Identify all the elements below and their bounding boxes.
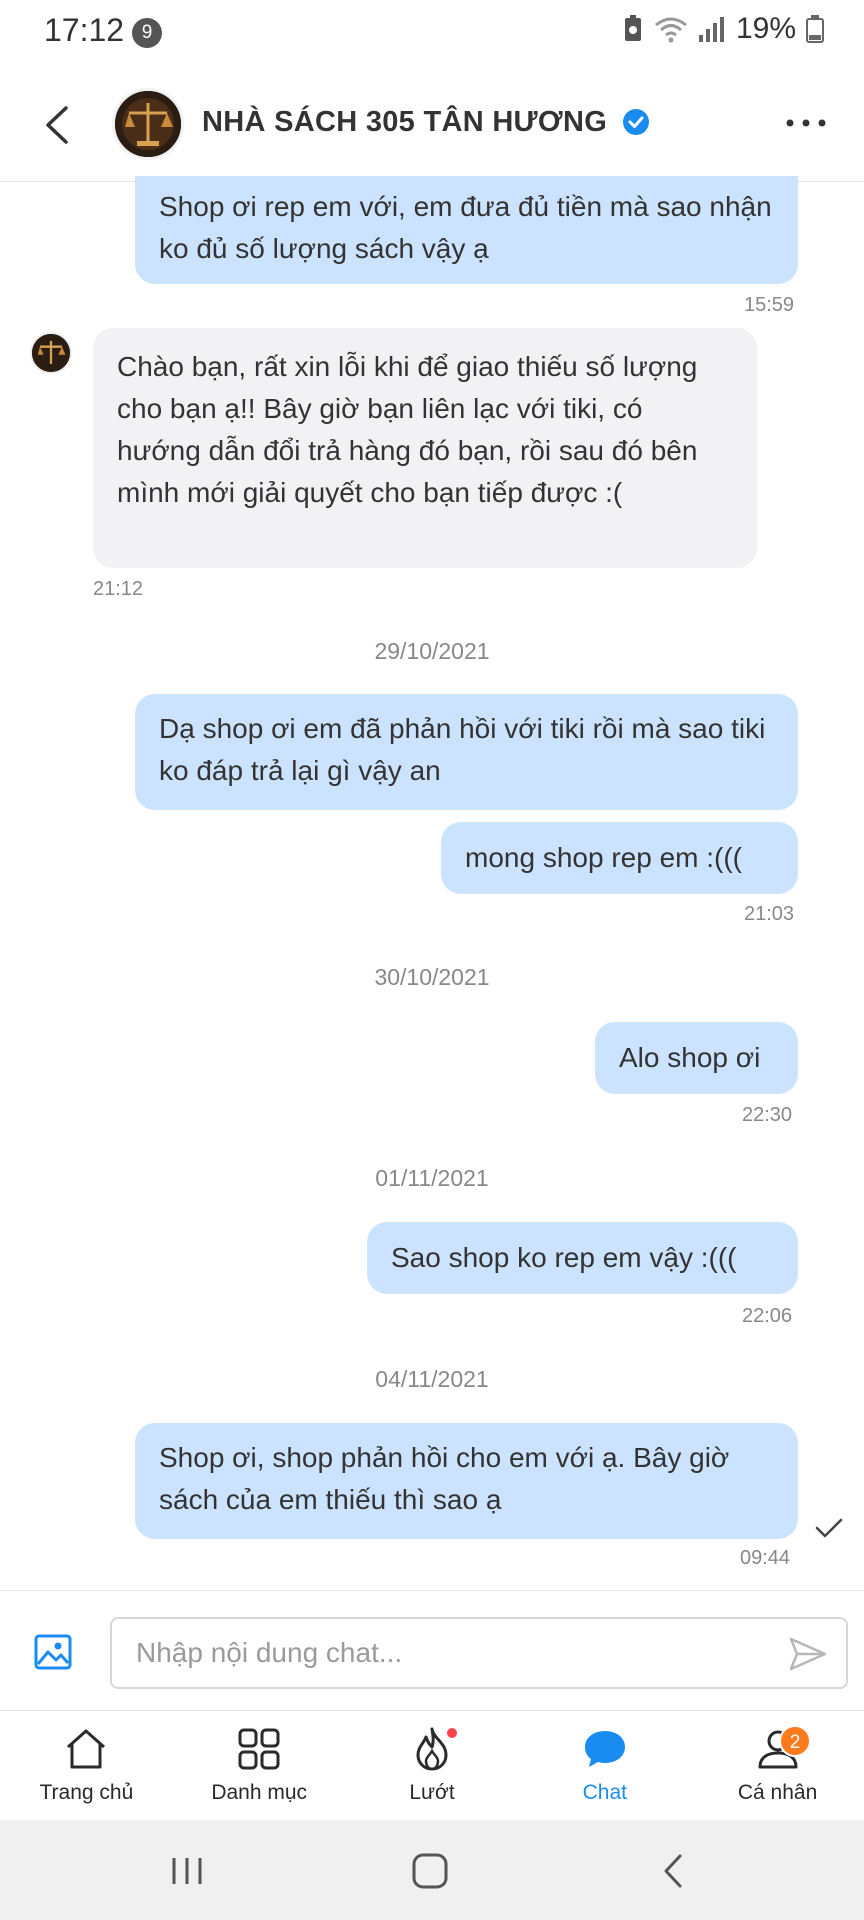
chat-header: NHÀ SÁCH 305 TÂN HƯƠNG xyxy=(0,68,864,182)
system-navigation-bar xyxy=(0,1820,864,1920)
nav-item-chat[interactable]: Chat xyxy=(518,1711,691,1820)
back-icon[interactable] xyxy=(38,102,78,148)
outgoing-message[interactable]: Shop ơi rep em với, em đưa đủ tiền mà sa… xyxy=(135,176,798,284)
scales-logo-icon xyxy=(32,334,70,372)
chat-bubble-icon xyxy=(584,1731,625,1767)
profile-count-badge: 2 xyxy=(779,1725,811,1757)
notification-count-badge: 9 xyxy=(132,18,162,48)
shop-name[interactable]: NHÀ SÁCH 305 TÂN HƯƠNG xyxy=(202,106,607,139)
battery-icon xyxy=(806,15,824,43)
outgoing-message[interactable]: Dạ shop ơi em đã phản hồi với tiki rồi m… xyxy=(135,694,798,810)
bottom-navigation: Trang chủ Danh mục Lướt Chat Cá nhân 2 xyxy=(0,1710,864,1820)
message-time: 15:59 xyxy=(744,294,795,316)
outgoing-message[interactable]: mong shop rep em :((( xyxy=(441,822,798,894)
signal-icon xyxy=(698,17,724,42)
nav-item-home[interactable]: Trang chủ xyxy=(0,1711,173,1820)
send-icon[interactable] xyxy=(788,1635,828,1673)
nav-label: Lướt xyxy=(409,1781,455,1804)
message-time: 21:12 xyxy=(93,578,144,600)
nav-label: Trang chủ xyxy=(39,1781,134,1804)
status-icons: 19% xyxy=(622,12,824,46)
chat-input-bar xyxy=(0,1590,864,1710)
outgoing-message[interactable]: Alo shop ơi xyxy=(595,1022,798,1094)
status-time: 17:12 xyxy=(44,12,125,48)
date-separator: 01/11/2021 xyxy=(375,1165,489,1191)
home-icon xyxy=(67,1729,106,1769)
date-separator: 29/10/2021 xyxy=(374,638,490,664)
battery-saver-icon xyxy=(624,15,641,41)
scales-logo-icon xyxy=(115,91,181,157)
shop-avatar[interactable] xyxy=(112,88,184,160)
grid-icon xyxy=(238,1728,280,1770)
new-content-dot xyxy=(445,1726,459,1740)
nav-label: Cá nhân xyxy=(737,1781,818,1804)
message-time: 22:30 xyxy=(742,1104,793,1126)
more-icon[interactable] xyxy=(782,108,830,138)
message-time: 21:03 xyxy=(744,903,795,925)
shop-avatar-small[interactable] xyxy=(30,332,72,374)
date-separator: 30/10/2021 xyxy=(374,964,490,990)
date-separator: 04/11/2021 xyxy=(375,1366,489,1392)
verified-icon xyxy=(623,109,649,135)
nav-label: Danh mục xyxy=(211,1781,308,1804)
recent-apps-icon[interactable] xyxy=(162,1850,212,1892)
chat-input-field[interactable] xyxy=(110,1617,848,1689)
back-button-icon[interactable] xyxy=(650,1850,700,1892)
home-button-icon[interactable] xyxy=(405,1850,455,1892)
outgoing-message[interactable]: Shop ơi, shop phản hồi cho em với ạ. Bây… xyxy=(135,1423,798,1539)
message-time: 22:06 xyxy=(742,1305,793,1327)
incoming-message[interactable]: Chào bạn, rất xin lỗi khi để giao thiếu … xyxy=(93,328,757,568)
image-icon[interactable] xyxy=(34,1633,72,1671)
nav-item-browse[interactable]: Lướt xyxy=(346,1711,519,1820)
chat-input[interactable] xyxy=(136,1631,756,1675)
wifi-icon xyxy=(655,17,687,43)
nav-item-categories[interactable]: Danh mục xyxy=(173,1711,346,1820)
nav-label: Chat xyxy=(582,1781,627,1804)
outgoing-message[interactable]: Sao shop ko rep em vậy :((( xyxy=(367,1222,798,1294)
read-receipt-check-icon xyxy=(815,1518,843,1538)
battery-percentage: 19% xyxy=(735,12,796,45)
status-bar: 17:12 9 19% xyxy=(0,0,864,66)
message-time: 09:44 xyxy=(740,1547,791,1569)
nav-item-profile[interactable]: Cá nhân xyxy=(691,1711,864,1820)
